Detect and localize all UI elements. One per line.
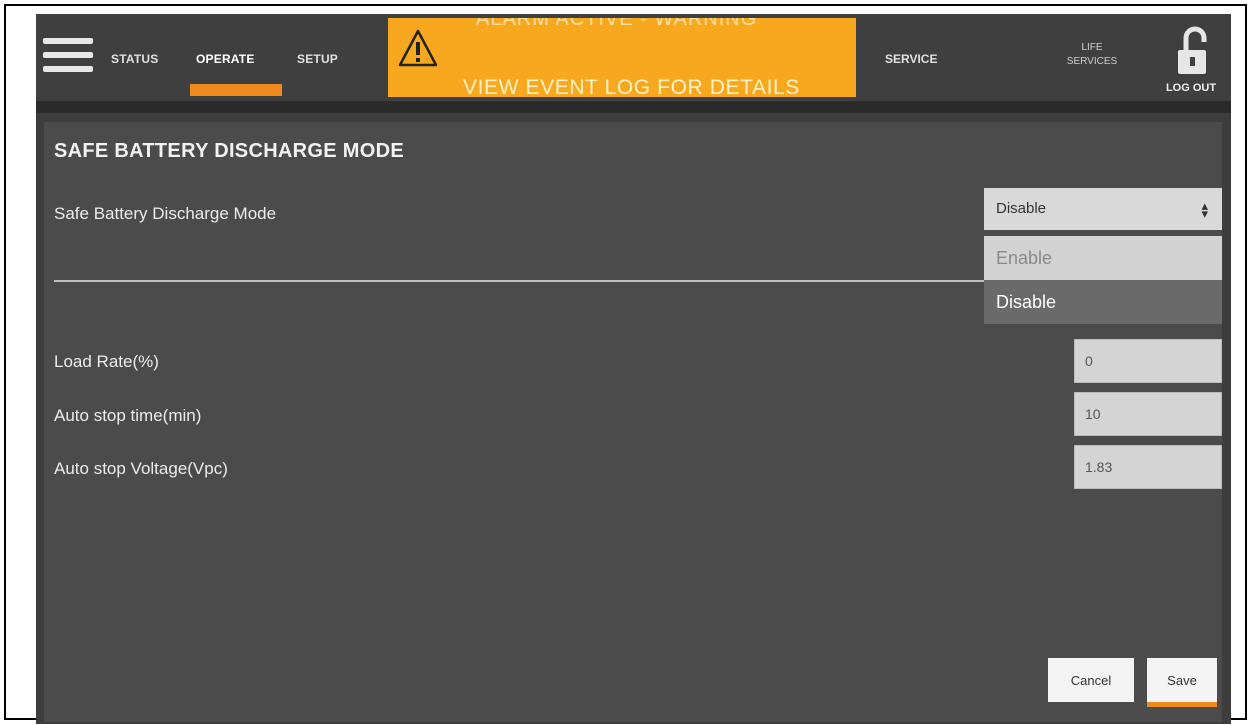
cancel-button[interactable]: Cancel — [1048, 658, 1134, 702]
logout-button[interactable]: LOG OUT — [1156, 24, 1226, 94]
menu-icon[interactable] — [43, 38, 93, 78]
warning-triangle-icon — [398, 29, 438, 67]
save-button[interactable]: Save — [1147, 658, 1217, 702]
auto-stop-time-field-box — [1074, 392, 1222, 436]
auto-stop-voltage-label: Auto stop Voltage(Vpc) — [54, 459, 228, 478]
mode-label: Safe Battery Discharge Mode — [54, 204, 277, 223]
settings-panel: SAFE BATTERY DISCHARGE MODE Safe Battery… — [44, 122, 1222, 722]
life-services-line2: SERVICES — [1066, 56, 1118, 67]
auto-stop-time-input[interactable] — [1075, 393, 1221, 435]
tab-life-services[interactable]: LIFE SERVICES — [1061, 41, 1123, 69]
mode-option-disable-label: Disable — [996, 292, 1057, 312]
page-title: SAFE BATTERY DISCHARGE MODE — [54, 140, 404, 162]
alarm-details-link[interactable]: VIEW EVENT LOG FOR DETAILS — [463, 76, 800, 97]
mode-option-disable[interactable]: Disable — [984, 280, 1222, 324]
unlock-icon — [1178, 26, 1207, 74]
app-screen: STATUS OPERATE SETUP ALARM ACTIVE - WARN… — [36, 14, 1231, 724]
auto-stop-voltage-field-box — [1074, 445, 1222, 489]
mode-option-enable-label: Enable — [996, 248, 1053, 268]
screenshot-frame: STATUS OPERATE SETUP ALARM ACTIVE - WARN… — [4, 4, 1247, 724]
mode-option-enable[interactable]: Enable — [984, 236, 1222, 280]
updown-chevron-icon: ▴ ▾ — [1201, 198, 1208, 221]
load-rate-input[interactable] — [1075, 340, 1221, 382]
top-navigation-bar: STATUS OPERATE SETUP ALARM ACTIVE - WARN… — [36, 14, 1231, 101]
logout-label: LOG OUT — [1165, 82, 1217, 94]
section-divider — [54, 280, 989, 282]
tab-setup[interactable]: SETUP — [297, 52, 338, 66]
topbar-divider — [36, 101, 1231, 113]
tab-service[interactable]: SERVICE — [885, 52, 937, 66]
save-button-accent — [1147, 702, 1217, 707]
tab-operate[interactable]: OPERATE — [196, 52, 255, 66]
life-services-line1: LIFE — [1081, 42, 1103, 53]
active-tab-indicator — [190, 84, 282, 96]
load-rate-label: Load Rate(%) — [54, 352, 159, 371]
load-rate-field-box — [1074, 339, 1222, 383]
alarm-title: ALARM ACTIVE - WARNING — [476, 18, 758, 30]
auto-stop-time-label: Auto stop time(min) — [54, 406, 202, 425]
auto-stop-voltage-input[interactable] — [1075, 446, 1221, 488]
tab-status[interactable]: STATUS — [111, 52, 158, 66]
mode-select[interactable]: Disable ▴ ▾ — [984, 188, 1222, 230]
alarm-banner[interactable]: ALARM ACTIVE - WARNING VIEW EVENT LOG FO… — [388, 18, 856, 97]
mode-select-value: Disable — [996, 200, 1047, 217]
